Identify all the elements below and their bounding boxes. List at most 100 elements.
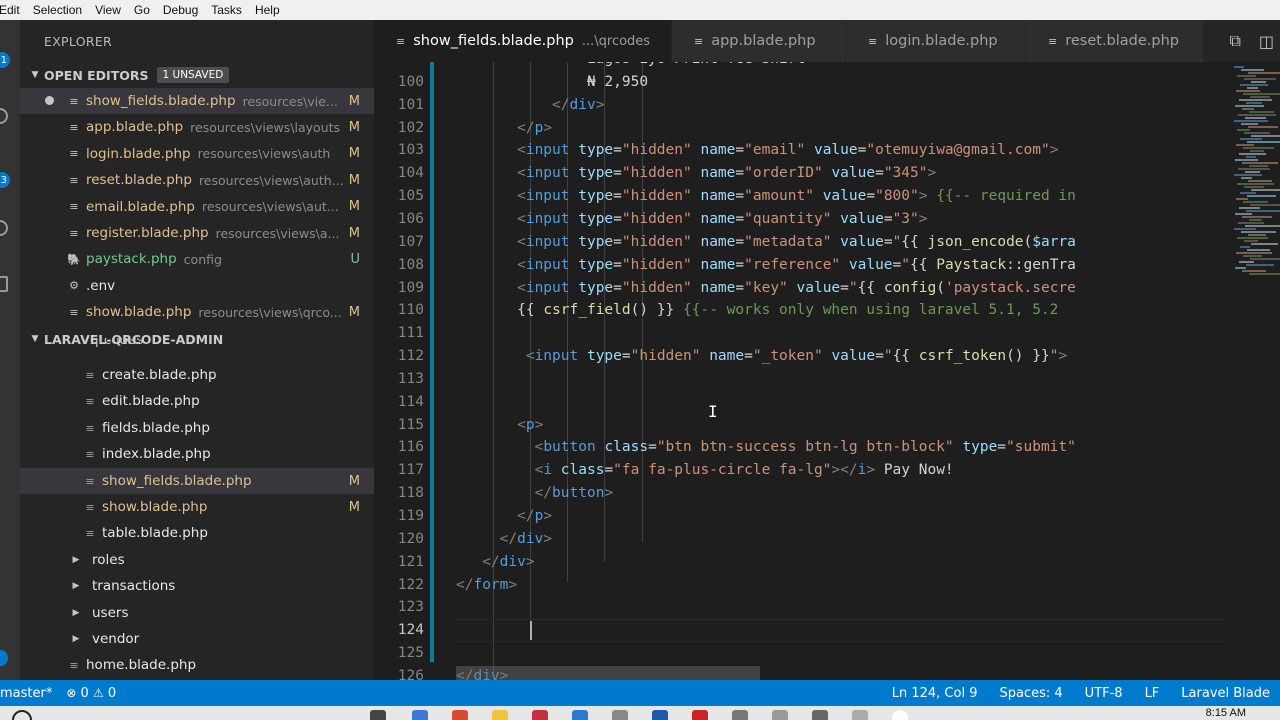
tree-folder-roles[interactable]: ▶ roles — [20, 547, 374, 573]
app-icon-9[interactable] — [812, 710, 828, 720]
horizontal-scrollbar[interactable] — [456, 666, 760, 680]
code-line[interactable]: 114 — [374, 391, 1224, 414]
app-icon-4[interactable] — [612, 710, 628, 720]
app-icon-7[interactable] — [732, 710, 748, 720]
tab-reset-blade-php[interactable]: ≡ reset.blade.php — [1026, 20, 1204, 62]
app-icon-10[interactable] — [852, 710, 868, 720]
branch-indicator[interactable]: master* — [0, 686, 52, 701]
code-line[interactable]: 122 </form> — [374, 574, 1224, 597]
menu-help[interactable]: Help — [255, 3, 289, 17]
code-line[interactable]: 109 <input type="hidden" name="key" valu… — [374, 277, 1224, 300]
menu-selection[interactable]: Selection — [33, 3, 91, 17]
code-line[interactable]: 106 <input type="hidden" name="quantity"… — [374, 208, 1224, 231]
folder-icon[interactable] — [492, 710, 508, 720]
code-line[interactable]: 118 </button> — [374, 482, 1224, 505]
tree-file-item[interactable]: ≡ home.blade.php — [20, 652, 374, 678]
code-line[interactable]: 111 — [374, 322, 1224, 345]
code-line[interactable]: 117 <i class="fa fa-plus-circle fa-lg"><… — [374, 459, 1224, 482]
code-line[interactable]: 123 — [374, 596, 1224, 619]
task-view-icon[interactable] — [370, 710, 386, 720]
tab-bar: ≡ show_fields.blade.php ...\qrcodes ≡ app.bl… — [374, 20, 1280, 62]
folder-qrcodes[interactable]: qrcodes — [20, 338, 374, 352]
split-editor-icon[interactable]: ◫ — [1259, 32, 1274, 51]
code-line[interactable]: 108 <input type="hidden" name="reference… — [374, 254, 1224, 277]
code-line[interactable]: 103 <input type="hidden" name="email" va… — [374, 139, 1224, 162]
code-line[interactable]: 105 <input type="hidden" name="amount" v… — [374, 185, 1224, 208]
app-icon-3[interactable] — [532, 710, 548, 720]
tab-login-blade-php[interactable]: ≡ login.blade.php — [846, 20, 1026, 62]
app-icon-5[interactable] — [652, 710, 668, 720]
minimap-line — [1248, 180, 1272, 182]
problems-indicator[interactable]: ⊗ 0 ⚠ 0 — [66, 686, 116, 701]
code-line[interactable]: 112 <input type="hidden" name="_token" v… — [374, 345, 1224, 368]
settings-icon[interactable] — [0, 650, 8, 666]
open-editor-item[interactable]: ≡ login.blade.php resources\views\auth M — [20, 141, 374, 167]
menu-view[interactable]: View — [95, 3, 130, 17]
tree-file-item[interactable]: ≡ table.blade.php — [20, 520, 374, 546]
open-changes-icon[interactable]: ⧉ — [1229, 31, 1240, 51]
tree-folder-users[interactable]: ▶ users — [20, 600, 374, 626]
code-editor[interactable]: Lagos Eyo Print Tee Shirt100 ₦ 2,950101 … — [374, 62, 1280, 680]
explorer-badge[interactable]: 1 — [0, 52, 10, 68]
open-editor-item[interactable]: ≡ email.blade.php resources\views\aut... M — [20, 194, 374, 220]
tree-file-item[interactable]: ≡ fields.blade.php — [20, 415, 374, 441]
tab-app-blade-php[interactable]: ≡ app.blade.php — [672, 20, 846, 62]
app-icon-2[interactable] — [452, 710, 468, 720]
code-line[interactable]: 107 <input type="hidden" name="metadata"… — [374, 231, 1224, 254]
end-of-line[interactable]: LF — [1145, 686, 1160, 701]
open-editor-item[interactable]: ≡ show_fields.blade.php resources\vie... M — [20, 88, 374, 114]
search-icon[interactable] — [0, 108, 8, 124]
code-line[interactable]: 115 <p> — [374, 414, 1224, 437]
open-editor-item[interactable]: ≡ app.blade.php resources\views\layouts M — [20, 114, 374, 140]
language-mode[interactable]: Laravel Blade — [1181, 686, 1270, 701]
open-editors-header[interactable]: ▼ OPEN EDITORS 1 UNSAVED — [20, 63, 374, 87]
indentation[interactable]: Spaces: 4 — [999, 686, 1062, 701]
app-icon-1[interactable] — [412, 710, 428, 720]
source-control-badge[interactable]: 3 — [0, 172, 10, 188]
open-editor-item[interactable]: ≡ show.blade.php resources\views\qrco... M — [20, 299, 374, 325]
cursor-position[interactable]: Ln 124, Col 9 — [892, 686, 978, 701]
code-line[interactable]: 113 — [374, 368, 1224, 391]
menu-tasks[interactable]: Tasks — [211, 3, 251, 17]
tree-file-item[interactable]: ≡ show_fields.blade.php M — [20, 468, 374, 494]
line-number: 118 — [397, 485, 424, 502]
encoding[interactable]: UTF-8 — [1085, 686, 1123, 701]
app-icon-8[interactable] — [772, 710, 788, 720]
vscode-icon[interactable] — [572, 710, 588, 720]
open-editor-item[interactable]: 🐘 paystack.php config U — [20, 246, 374, 272]
app-icon-6[interactable] — [692, 710, 708, 720]
code-line[interactable]: 125 — [374, 642, 1224, 665]
code-line[interactable]: 119 </p> — [374, 505, 1224, 528]
line-text: <input type="hidden" name="amount" value… — [517, 188, 1076, 205]
minimap[interactable] — [1224, 62, 1280, 680]
app-icon-11[interactable] — [892, 710, 908, 720]
code-line[interactable]: 110 {{ csrf_field() }} {{-- works only w… — [374, 299, 1224, 322]
code-line[interactable]: 121 </div> — [374, 551, 1224, 574]
code-line[interactable]: 102 </p> — [374, 117, 1224, 140]
search-icon[interactable] — [12, 710, 32, 720]
code-line[interactable]: 101 </div> — [374, 94, 1224, 117]
line-number: 122 — [397, 576, 424, 593]
code-line[interactable]: Lagos Eyo Print Tee Shirt — [374, 62, 1224, 71]
code-line[interactable]: 104 <input type="hidden" name="orderID" … — [374, 162, 1224, 185]
tab-show_fields-blade-php[interactable]: ≡ show_fields.blade.php ...\qrcodes — [374, 20, 672, 62]
open-editor-item[interactable]: ⚙ .env — [20, 273, 374, 299]
minimap-line — [1238, 222, 1264, 224]
menu-go[interactable]: Go — [134, 3, 159, 17]
open-editor-item[interactable]: ≡ register.blade.php resources\views\a... M — [20, 220, 374, 246]
tree-file-item[interactable]: ≡ index.blade.php — [20, 441, 374, 467]
code-line[interactable]: 124 — [374, 619, 1224, 642]
tree-file-item[interactable]: ≡ create.blade.php — [20, 362, 374, 388]
tree-file-item[interactable]: ≡ show.blade.php M — [20, 494, 374, 520]
menu-edit[interactable]: Edit — [0, 3, 29, 17]
code-line[interactable]: 116 <button class="btn btn-success btn-l… — [374, 436, 1224, 459]
tree-file-item[interactable]: ≡ edit.blade.php — [20, 388, 374, 414]
open-editor-item[interactable]: ≡ reset.blade.php resources\views\auth... M — [20, 167, 374, 193]
menu-debug[interactable]: Debug — [163, 3, 207, 17]
debug-icon[interactable] — [0, 220, 8, 236]
code-line[interactable]: 120 </div> — [374, 528, 1224, 551]
tree-folder-vendor[interactable]: ▶ vendor — [20, 626, 374, 652]
tree-folder-transactions[interactable]: ▶ transactions — [20, 573, 374, 599]
code-line[interactable]: 100 ₦ 2,950 — [374, 71, 1224, 94]
extensions-icon[interactable] — [0, 276, 8, 292]
